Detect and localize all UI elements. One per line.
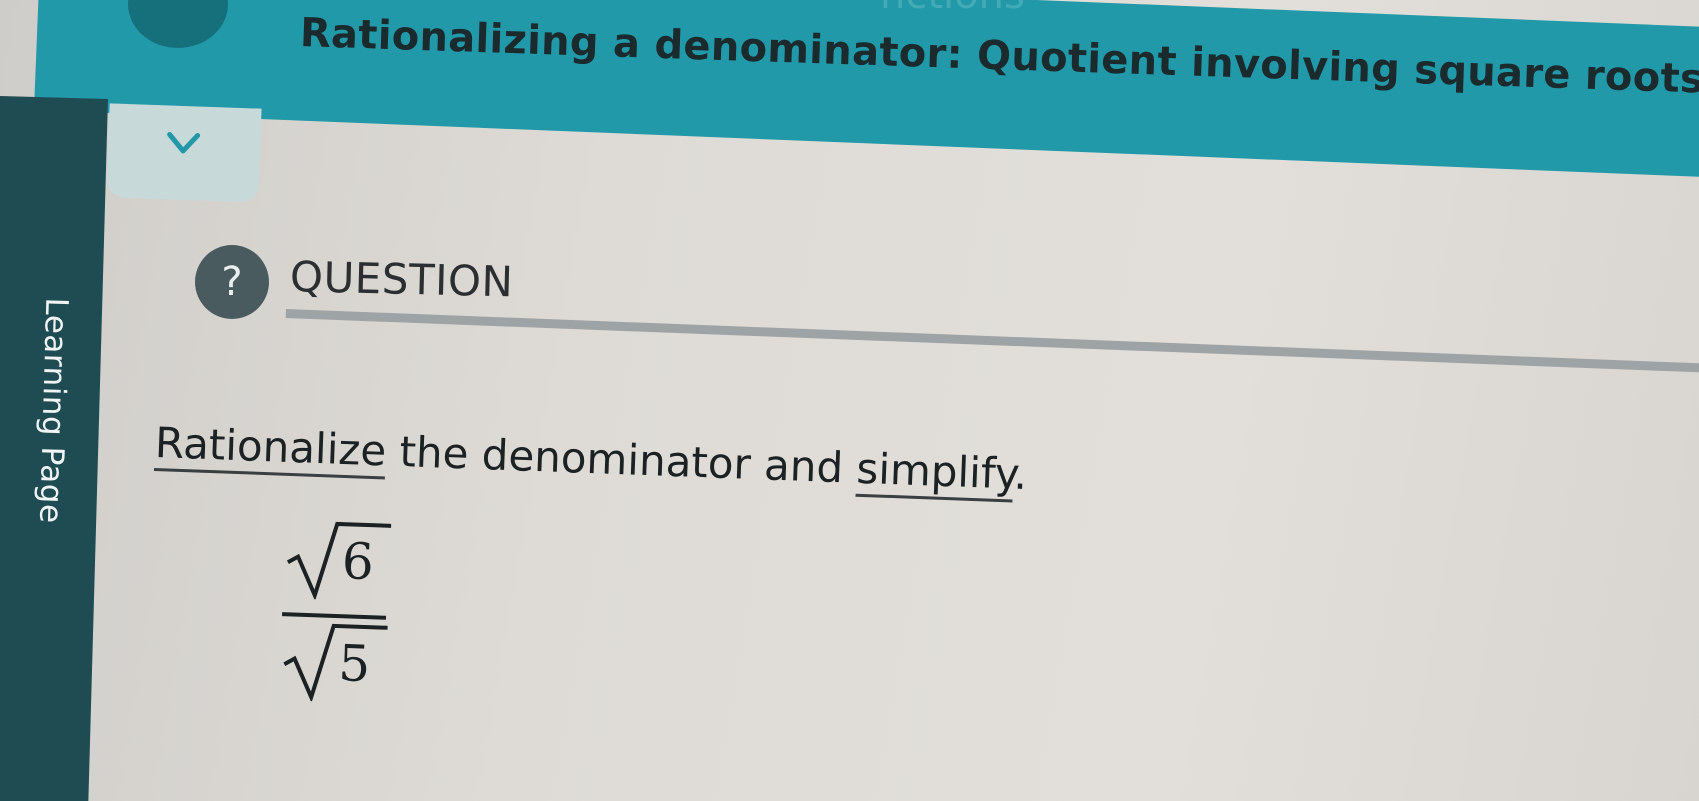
question-prompt: Rationalize the denominator and simplify…: [153, 418, 1029, 503]
denominator: 5: [279, 620, 390, 704]
learning-page-tab[interactable]: Learning Page: [0, 96, 108, 801]
denominator-radicand: 5: [337, 634, 372, 694]
numerator: 6: [283, 518, 394, 602]
square-root-symbol: [286, 521, 392, 601]
question-icon: ?: [195, 245, 269, 319]
numerator-radicand: 6: [340, 532, 375, 592]
square-root-symbol: [283, 623, 388, 703]
collapse-toggle[interactable]: [106, 103, 262, 203]
prompt-text: the denominator and: [385, 426, 858, 493]
question-divider: [285, 309, 1699, 375]
header-background-text: nctions: [880, 0, 1025, 18]
rationalize-link[interactable]: Rationalize: [153, 418, 388, 480]
simplify-link[interactable]: simplify: [855, 443, 1015, 503]
screen: nctions Rationalizing a denominator: Quo…: [0, 0, 1699, 801]
chevron-down-icon: [167, 131, 201, 154]
fraction-expression: 6 5: [279, 518, 394, 717]
prompt-period: .: [1012, 449, 1029, 499]
learning-page-label: Learning Page: [32, 297, 75, 525]
question-label: QUESTION: [289, 252, 515, 307]
fraction-bar: [282, 612, 387, 620]
